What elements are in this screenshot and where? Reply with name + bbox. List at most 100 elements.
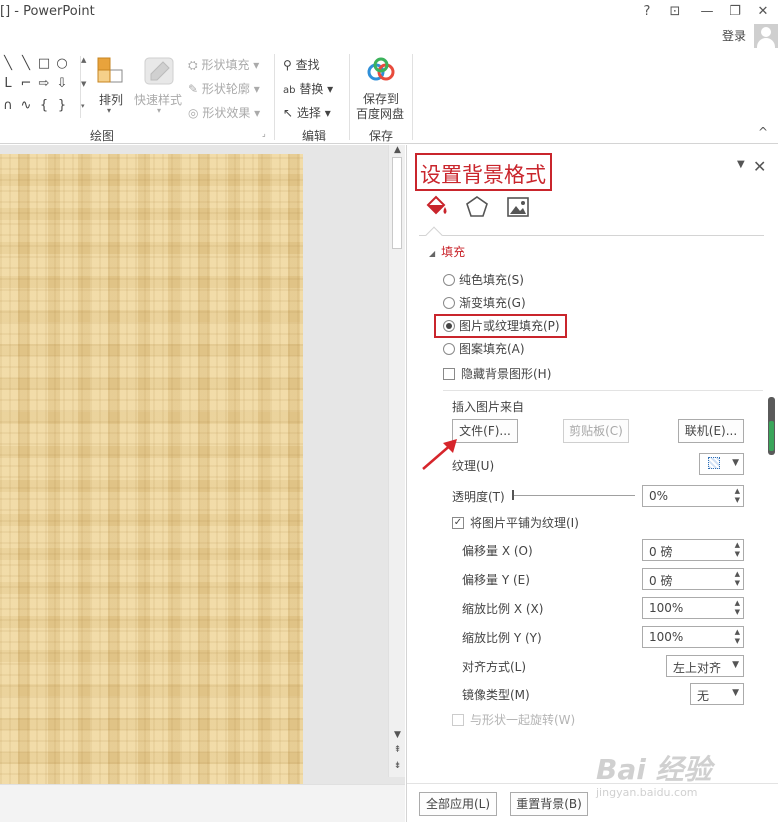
shape-arrow-line-icon[interactable]: ╲ bbox=[18, 56, 34, 72]
baidu-watermark: Bai 经验 jingyan.baidu.com bbox=[596, 753, 712, 799]
transparency-slider[interactable] bbox=[513, 495, 635, 496]
restore-button[interactable]: ❐ bbox=[724, 2, 746, 22]
radio-pattern-fill[interactable]: 图案填充(A) bbox=[443, 340, 525, 358]
shape-right-brace-icon[interactable]: } bbox=[54, 98, 70, 114]
apply-to-all-button[interactable]: 全部应用(L) bbox=[419, 792, 497, 816]
ribbon: ╲ ╲ □ ○ L ⌐ ⇨ ⇩ ∩ ∿ { } ▲ ▼ ▾ 排列 ▾ 快速样式 … bbox=[0, 48, 778, 144]
login-link[interactable]: 登录 bbox=[722, 27, 746, 44]
select-button[interactable]: ↖ 选择 ▾ bbox=[283, 104, 331, 121]
cursor-icon: ↖ bbox=[283, 106, 294, 120]
scale-y-spinner[interactable]: 100% ▲ ▼ bbox=[642, 626, 744, 648]
shape-right-arrow-icon[interactable]: ⇨ bbox=[36, 76, 52, 92]
scale-x-spinner[interactable]: 100% ▲ ▼ bbox=[642, 597, 744, 619]
online-button[interactable]: 联机(E)... bbox=[678, 419, 744, 443]
offset-y-spinner[interactable]: 0 磅 ▲ ▼ bbox=[642, 568, 744, 590]
texture-label: 纹理(U) bbox=[452, 459, 495, 473]
shape-rectangle-icon[interactable]: □ bbox=[36, 56, 52, 72]
binoculars-icon: ⚲ bbox=[283, 58, 292, 72]
pane-scrollbar[interactable] bbox=[768, 397, 775, 455]
shape-elbow-icon[interactable]: L bbox=[0, 76, 16, 92]
picture-tab-icon[interactable] bbox=[504, 193, 532, 221]
slide-editing-area bbox=[0, 145, 405, 822]
clipboard-button[interactable]: 剪贴板(C) bbox=[563, 419, 629, 443]
shapes-gallery[interactable]: ╲ ╲ □ ○ L ⌐ ⇨ ⇩ ∩ ∿ { } bbox=[0, 54, 80, 118]
transparency-slider-thumb[interactable] bbox=[512, 490, 514, 500]
chevron-down-icon: ▼ bbox=[732, 660, 739, 670]
insert-picture-from-label: 插入图片来自 bbox=[452, 400, 525, 414]
scroll-down-icon[interactable]: ▼ bbox=[389, 730, 406, 740]
shape-line-icon[interactable]: ╲ bbox=[0, 56, 16, 72]
shape-oval-icon[interactable]: ○ bbox=[54, 56, 70, 72]
shape-fill-button[interactable]: ⛭ 形状填充 ▾ bbox=[188, 56, 259, 73]
scroll-up-icon[interactable]: ▲ bbox=[389, 145, 406, 155]
offset-y-label: 偏移量 Y (E) bbox=[462, 573, 530, 587]
transparency-label: 透明度(T) bbox=[452, 490, 505, 504]
pane-options-icon[interactable]: ▼ bbox=[737, 159, 745, 170]
tile-as-texture-checkbox[interactable]: ✓ 将图片平铺为纹理(I) bbox=[452, 514, 579, 532]
editing-group-label: 编辑 bbox=[302, 129, 327, 143]
baidu-cloud-icon[interactable] bbox=[366, 56, 396, 84]
spinner-arrows-icon[interactable]: ▲ ▼ bbox=[735, 487, 740, 505]
mirror-type-label: 镜像类型(M) bbox=[462, 688, 530, 702]
rotate-with-shape-checkbox[interactable]: 与形状一起旋转(W) bbox=[452, 711, 575, 729]
arrange-icon[interactable] bbox=[96, 56, 126, 86]
quick-styles-icon[interactable] bbox=[143, 56, 177, 86]
close-button[interactable]: ✕ bbox=[752, 2, 774, 22]
slide-horizontal-scrollbar[interactable] bbox=[0, 784, 405, 822]
ribbon-display-options-button[interactable]: ⊡ bbox=[664, 2, 686, 22]
hide-background-graphics-checkbox[interactable]: 隐藏背景图形(H) bbox=[443, 365, 551, 383]
effects-tab-icon[interactable] bbox=[463, 193, 491, 221]
effects-icon: ◎ bbox=[188, 106, 199, 120]
previous-slide-icon[interactable]: ⇞ bbox=[389, 745, 406, 755]
shapes-gallery-scroll[interactable]: ▲ ▼ ▾ bbox=[80, 56, 88, 118]
shape-elbow-arrow-icon[interactable]: ⌐ bbox=[18, 76, 34, 92]
offset-x-spinner[interactable]: 0 磅 ▲ ▼ bbox=[642, 539, 744, 561]
fill-section-header[interactable]: ◢ 填充 bbox=[429, 243, 465, 260]
drawing-dialog-launcher-icon[interactable]: ⌟ bbox=[262, 129, 266, 138]
shape-left-brace-icon[interactable]: { bbox=[36, 98, 52, 114]
minimize-button[interactable]: — bbox=[696, 2, 718, 22]
alignment-label: 对齐方式(L) bbox=[462, 660, 527, 674]
pane-title: 设置背景格式 bbox=[420, 163, 546, 187]
texture-dropdown[interactable]: ▼ bbox=[699, 453, 744, 475]
fill-line-tab-icon[interactable] bbox=[422, 193, 450, 221]
radio-picture-texture-fill[interactable]: 图片或纹理填充(P) bbox=[443, 317, 560, 335]
shape-arc-icon[interactable]: ∩ bbox=[0, 98, 16, 114]
replace-button[interactable]: ab 替换 ▾ bbox=[283, 80, 333, 97]
collapse-triangle-icon: ◢ bbox=[429, 249, 436, 258]
slide-canvas[interactable] bbox=[0, 154, 303, 786]
scale-y-label: 缩放比例 Y (Y) bbox=[462, 631, 542, 645]
chevron-down-icon: ▼ bbox=[732, 688, 739, 698]
scale-x-label: 缩放比例 X (X) bbox=[462, 602, 544, 616]
save-group-label: 保存 bbox=[369, 129, 394, 143]
scrollbar-thumb[interactable] bbox=[392, 157, 402, 249]
drawing-group-label: 绘图 bbox=[90, 129, 115, 143]
transparency-spinner[interactable]: 0% ▲ ▼ bbox=[642, 485, 744, 507]
offset-x-label: 偏移量 X (O) bbox=[462, 544, 533, 558]
shape-down-arrow-icon[interactable]: ⇩ bbox=[54, 76, 70, 92]
avatar-icon[interactable] bbox=[754, 24, 778, 48]
window-title: [] - PowerPoint bbox=[0, 4, 95, 19]
save-to-baidu-button-line2[interactable]: 百度网盘 bbox=[356, 105, 404, 122]
radio-solid-fill[interactable]: 纯色填充(S) bbox=[443, 271, 524, 289]
paint-bucket-icon: ⛭ bbox=[188, 58, 198, 72]
collapse-ribbon-button[interactable]: ^ bbox=[758, 125, 768, 139]
shape-outline-button[interactable]: ✎ 形状轮廓 ▾ bbox=[188, 80, 260, 97]
reset-background-button[interactable]: 重置背景(B) bbox=[510, 792, 588, 816]
shape-effects-button[interactable]: ◎ 形状效果 ▾ bbox=[188, 104, 260, 121]
format-background-pane: 设置背景格式 ▼ ✕ ◢ 填充 纯色填充(S) 渐变填充(G) 图片或纹理填充(P… bbox=[406, 145, 778, 822]
replace-icon: ab bbox=[283, 85, 296, 96]
help-button[interactable]: ? bbox=[636, 2, 658, 22]
find-button[interactable]: ⚲ 查找 bbox=[283, 56, 320, 73]
pencil-icon: ✎ bbox=[188, 82, 199, 96]
mirror-type-dropdown[interactable]: 无 ▼ bbox=[690, 683, 744, 705]
shape-curve-icon[interactable]: ∿ bbox=[18, 98, 34, 114]
next-slide-icon[interactable]: ⇟ bbox=[389, 761, 406, 771]
slide-vertical-scrollbar[interactable]: ▲ ▼ ⇞ ⇟ bbox=[388, 145, 405, 777]
pane-close-icon[interactable]: ✕ bbox=[753, 157, 766, 176]
alignment-dropdown[interactable]: 左上对齐 ▼ bbox=[666, 655, 744, 677]
title-bar: [] - PowerPoint ? ⊡ — ❐ ✕ bbox=[0, 0, 778, 24]
radio-gradient-fill[interactable]: 渐变填充(G) bbox=[443, 294, 526, 312]
texture-swatch-icon bbox=[708, 457, 720, 469]
chevron-down-icon: ▼ bbox=[732, 458, 739, 468]
